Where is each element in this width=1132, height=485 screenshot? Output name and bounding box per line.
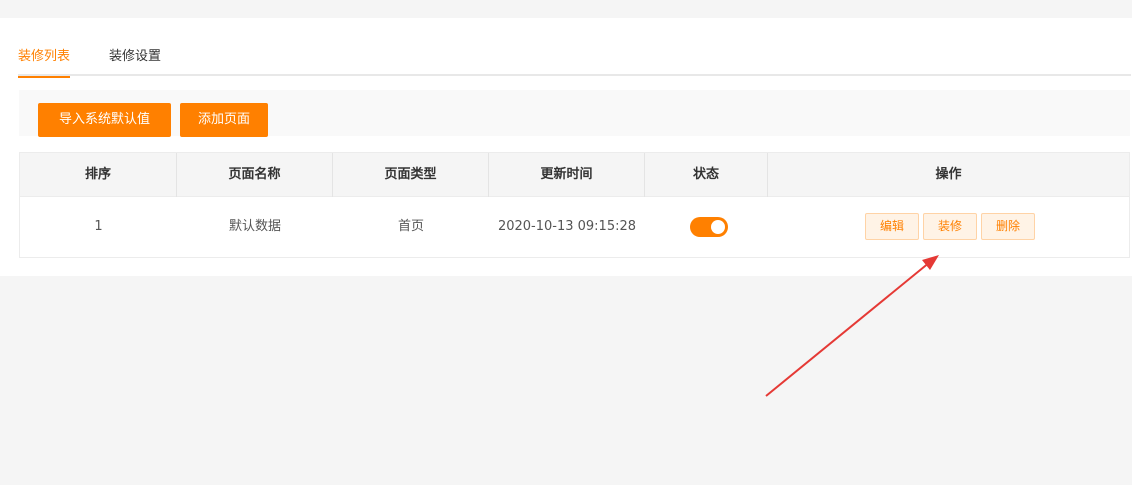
top-strip (0, 0, 1132, 18)
delete-button[interactable]: 删除 (981, 213, 1035, 240)
table-header: 排序 页面名称 页面类型 更新时间 状态 操作 (20, 153, 1129, 197)
tab-decoration-settings[interactable]: 装修设置 (109, 48, 161, 76)
add-page-button[interactable]: 添加页面 (180, 103, 268, 137)
column-header-actions: 操作 (935, 167, 962, 182)
toolbar: 导入系统默认值 添加页面 (19, 90, 1130, 137)
cell-page-name: 默认数据 (228, 219, 281, 234)
tab-decoration-list[interactable]: 装修列表 (18, 48, 71, 78)
cell-order: 1 (94, 219, 103, 234)
tab-bar: 装修列表 装修设置 (18, 48, 1131, 78)
column-header-page-name: 页面名称 (177, 153, 333, 197)
table-row: 1 默认数据 首页 2020-10-13 09:15:28 编辑 装修 删除 (20, 197, 1129, 257)
column-header-updated-time: 更新时间 (489, 153, 645, 197)
decorate-button[interactable]: 装修 (923, 213, 977, 240)
cell-updated-time: 2020-10-13 09:15:28 (497, 219, 637, 234)
cell-status (645, 197, 768, 257)
column-header-page-type: 页面类型 (333, 153, 489, 197)
content-panel: 装修列表 装修设置 导入系统默认值 添加页面 排序 页面名称 页面类型 更新时间… (0, 18, 1132, 276)
status-toggle[interactable] (690, 217, 728, 237)
cell-page-type: 首页 (397, 219, 424, 234)
arrow-line (765, 261, 931, 397)
edit-button[interactable]: 编辑 (865, 213, 919, 240)
import-defaults-button[interactable]: 导入系统默认值 (38, 103, 171, 137)
pages-table: 排序 页面名称 页面类型 更新时间 状态 操作 1 默认数据 首页 2020-1… (19, 152, 1130, 258)
column-header-order: 排序 (20, 153, 177, 197)
cell-actions: 编辑 装修 删除 (768, 197, 1129, 257)
column-header-status: 状态 (645, 153, 768, 197)
toggle-knob (711, 220, 725, 234)
